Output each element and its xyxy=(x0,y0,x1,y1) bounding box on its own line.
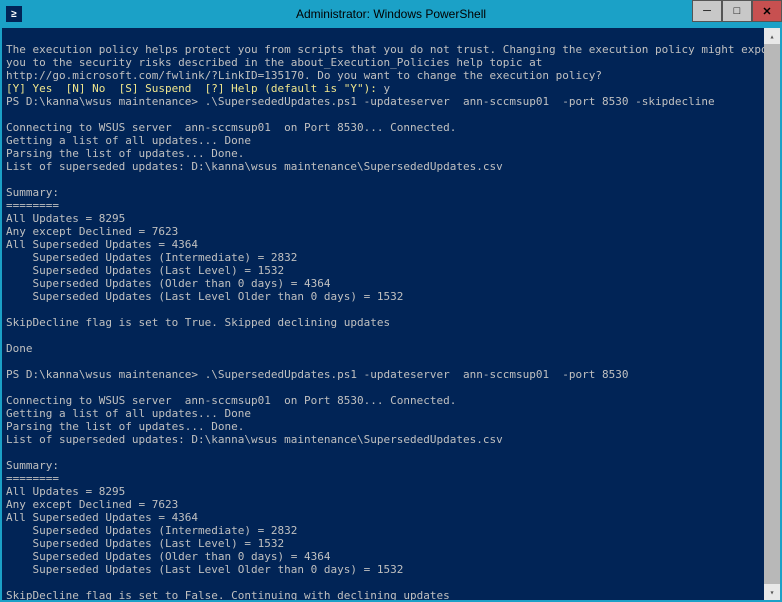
output-line: Parsing the list of updates... Done. xyxy=(6,420,244,433)
summary-line: Superseded Updates (Older than 0 days) =… xyxy=(6,550,331,563)
summary-line: Superseded Updates (Intermediate) = 2832 xyxy=(6,251,297,264)
output-line: SkipDecline flag is set to False. Contin… xyxy=(6,589,450,602)
close-button[interactable]: ✕ xyxy=(752,0,782,22)
summary-line: Superseded Updates (Intermediate) = 2832 xyxy=(6,524,297,537)
output-line: Connecting to WSUS server ann-sccmsup01 … xyxy=(6,394,456,407)
console-area[interactable]: The execution policy helps protect you f… xyxy=(0,28,782,602)
user-input: y xyxy=(384,82,391,95)
summary-line: Superseded Updates (Last Level Older tha… xyxy=(6,290,403,303)
maximize-button[interactable]: □ xyxy=(722,0,752,22)
powershell-icon: ≥ xyxy=(6,6,22,22)
summary-line: All Updates = 8295 xyxy=(6,485,125,498)
scrollbar[interactable]: ▴ ▾ xyxy=(764,28,780,600)
summary-line: All Superseded Updates = 4364 xyxy=(6,511,198,524)
window-title: Administrator: Windows PowerShell xyxy=(296,7,486,21)
output-line: List of superseded updates: D:\kanna\wsu… xyxy=(6,160,503,173)
prompt-choices: [Y] Yes [N] No [S] Suspend [?] Help (def… xyxy=(6,82,384,95)
output-line: Parsing the list of updates... Done. xyxy=(6,147,244,160)
powershell-window: ≥ Administrator: Windows PowerShell ─ □ … xyxy=(0,0,782,602)
scrollbar-down-icon[interactable]: ▾ xyxy=(764,584,780,600)
scrollbar-up-icon[interactable]: ▴ xyxy=(764,28,780,44)
output-line: Getting a list of all updates... Done xyxy=(6,407,251,420)
output-line: Connecting to WSUS server ann-sccmsup01 … xyxy=(6,121,456,134)
output-line: Getting a list of all updates... Done xyxy=(6,134,251,147)
summary-underline: ======== xyxy=(6,199,59,212)
output-line: Done xyxy=(6,342,33,355)
output-line: SkipDecline flag is set to True. Skipped… xyxy=(6,316,390,329)
window-controls: ─ □ ✕ xyxy=(692,0,782,28)
summary-line: All Updates = 8295 xyxy=(6,212,125,225)
summary-line: Any except Declined = 7623 xyxy=(6,225,178,238)
command: .\SupersededUpdates.ps1 -updateserver an… xyxy=(205,95,715,108)
ps-prompt: PS D:\kanna\wsus maintenance> xyxy=(6,368,205,381)
output-line: http://go.microsoft.com/fwlink/?LinkID=1… xyxy=(6,69,602,82)
output-line: List of superseded updates: D:\kanna\wsu… xyxy=(6,433,503,446)
scrollbar-thumb[interactable] xyxy=(764,44,780,584)
summary-line: Superseded Updates (Last Level Older tha… xyxy=(6,563,403,576)
summary-line: Superseded Updates (Last Level) = 1532 xyxy=(6,264,284,277)
ps-prompt: PS D:\kanna\wsus maintenance> xyxy=(6,95,205,108)
summary-header: Summary: xyxy=(6,459,59,472)
summary-header: Summary: xyxy=(6,186,59,199)
summary-underline: ======== xyxy=(6,472,59,485)
summary-line: All Superseded Updates = 4364 xyxy=(6,238,198,251)
command: .\SupersededUpdates.ps1 -updateserver an… xyxy=(205,368,629,381)
summary-line: Superseded Updates (Last Level) = 1532 xyxy=(6,537,284,550)
minimize-button[interactable]: ─ xyxy=(692,0,722,22)
output-line: you to the security risks described in t… xyxy=(6,56,542,69)
summary-line: Any except Declined = 7623 xyxy=(6,498,178,511)
titlebar[interactable]: ≥ Administrator: Windows PowerShell ─ □ … xyxy=(0,0,782,28)
output-line: The execution policy helps protect you f… xyxy=(6,43,781,56)
summary-line: Superseded Updates (Older than 0 days) =… xyxy=(6,277,331,290)
